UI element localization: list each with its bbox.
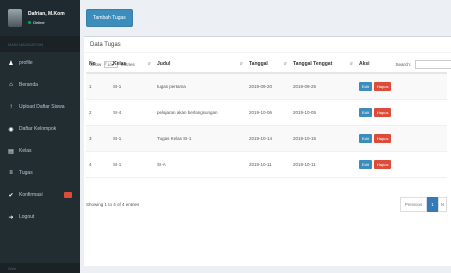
cell-tenggat: 2019-10-15: [290, 125, 356, 152]
cell-tanggal: 2019-09-20: [246, 73, 290, 100]
tasks-icon: ≡: [9, 170, 13, 176]
sidebar-item-label: Beranda: [19, 82, 38, 88]
box-title: Data Tugas: [84, 37, 451, 53]
cell-tanggal: 2019-10-11: [246, 151, 290, 178]
sidebar-item-kelompok[interactable]: ◉ Daftar Kelompok: [0, 118, 80, 140]
cell-no: 1: [86, 73, 110, 100]
sidebar-item-label: Konfirmasi: [19, 192, 43, 198]
table-info: Showing 1 to 4 of 4 entries: [86, 202, 140, 207]
cell-judul: pelajaran akan berlangsungan: [154, 99, 246, 126]
next-page-button[interactable]: N: [437, 197, 447, 212]
cell-aksi: Edit Hapus: [356, 125, 447, 152]
cell-kelas: SI-1: [110, 151, 154, 178]
user-status-label: Online: [33, 20, 45, 25]
edit-button[interactable]: Edit: [359, 159, 372, 169]
delete-button[interactable]: Hapus: [373, 159, 392, 169]
cell-aksi: Edit Hapus: [356, 73, 447, 100]
cell-no: 3: [86, 125, 110, 152]
add-task-button[interactable]: Tambah Tugas: [86, 9, 133, 27]
avatar: [8, 9, 22, 27]
cell-kelas: SI-1: [110, 73, 154, 100]
sidebar-item-label: Upload Daftar Siswa: [19, 104, 65, 110]
delete-button[interactable]: Hapus: [373, 81, 392, 91]
cell-tanggal: 2019-10-14: [246, 125, 290, 152]
sort-icon: ⇵: [349, 60, 353, 66]
cell-aksi: Edit Hapus: [356, 99, 447, 126]
sidebar-item-label: Daftar Kelompok: [19, 126, 57, 132]
check-icon: ✔: [8, 192, 14, 199]
user-info: Dafrian, M.Kom Online: [28, 11, 65, 25]
toolbar: Tambah Tugas: [80, 0, 451, 36]
sidebar: Dafrian, M.Kom Online MAIN NAVIGATION ♟ …: [0, 0, 80, 273]
column-header-judul[interactable]: Judul ⇵: [154, 55, 246, 74]
sort-icon: ⇵: [239, 60, 243, 66]
column-header-tenggat[interactable]: Tanggal Tenggat ⇵: [290, 55, 356, 74]
user-name: Dafrian, M.Kom: [28, 11, 65, 17]
column-header-kelas[interactable]: Kelas ⇵: [110, 55, 154, 74]
sidebar-item-kelas[interactable]: ▤ Kelas: [0, 140, 80, 162]
column-header-no[interactable]: No ⇵: [86, 55, 110, 74]
table-row: 1 SI-1 tugas pertama 2019-09-20 2019-09-…: [86, 73, 447, 100]
cell-aksi: Edit Hapus: [356, 151, 447, 178]
table-footer: Showing 1 to 4 of 4 entries Previous 1 N: [86, 197, 447, 213]
column-header-tanggal[interactable]: Tanggal ⇵: [246, 55, 290, 74]
sidebar-item-tugas[interactable]: ≡ Tugas: [0, 162, 80, 184]
users-icon: ◉: [8, 126, 14, 133]
user-status: Online: [28, 20, 65, 25]
upload-icon: ↑: [9, 104, 13, 110]
table-row: 2 SI-4 pelajaran akan berlangsungan 2019…: [86, 99, 447, 126]
sidebar-footer: Web: [0, 263, 80, 273]
cell-tenggat: 2019-09-25: [290, 73, 356, 100]
edit-button[interactable]: Edit: [359, 133, 372, 143]
pagination: Previous 1 N: [399, 197, 447, 212]
sidebar-item-label: Kelas: [19, 148, 32, 154]
edit-button[interactable]: Edit: [359, 107, 372, 117]
delete-button[interactable]: Hapus: [373, 133, 392, 143]
sidebar-item-label: Tugas: [19, 170, 33, 176]
edit-button[interactable]: Edit: [359, 81, 372, 91]
book-icon: ▤: [8, 148, 14, 155]
cell-tanggal: 2019-10-06: [246, 99, 290, 126]
sidebar-item-konfirmasi[interactable]: ✔ Konfirmasi: [0, 184, 80, 206]
user-icon: ♟: [8, 60, 14, 67]
delete-button[interactable]: Hapus: [373, 107, 392, 117]
sidebar-item-beranda[interactable]: ⌂ Beranda: [0, 74, 80, 96]
column-header-aksi[interactable]: Aksi: [356, 55, 447, 74]
user-panel: Dafrian, M.Kom Online: [0, 0, 80, 36]
cell-kelas: SI-4: [110, 99, 154, 126]
cell-tenggat: 2019-10-05: [290, 99, 356, 126]
table-header-row: No ⇵ Kelas ⇵ Judul ⇵ Tanggal ⇵ Tanggal Tengg…: [86, 55, 447, 74]
sidebar-item-label: profile: [19, 60, 33, 66]
cell-kelas: SI-1: [110, 125, 154, 152]
sort-icon: ⇵: [147, 60, 151, 66]
logout-icon: ➜: [8, 214, 14, 221]
page-1-button[interactable]: 1: [427, 197, 438, 212]
main-content: Tambah Tugas Data Tugas Show 10 ▾ entrie…: [80, 0, 451, 273]
home-icon: ⌂: [9, 82, 13, 88]
cell-judul: SI-A: [154, 151, 246, 178]
cell-judul: Tugas Kelas SI-1: [154, 125, 246, 152]
table-row: 3 SI-1 Tugas Kelas SI-1 2019-10-14 2019-…: [86, 125, 447, 152]
cell-tenggat: 2019-10-11: [290, 151, 356, 178]
table-row: 4 SI-1 SI-A 2019-10-11 2019-10-11 Edit Ha…: [86, 151, 447, 178]
cell-no: 4: [86, 151, 110, 178]
sidebar-item-profile[interactable]: ♟ profile: [0, 52, 80, 74]
online-dot-icon: [28, 21, 31, 24]
task-table: No ⇵ Kelas ⇵ Judul ⇵ Tanggal ⇵ Tanggal Tengg…: [86, 55, 447, 178]
cell-no: 2: [86, 99, 110, 126]
previous-page-button[interactable]: Previous: [399, 197, 428, 212]
sidebar-item-upload[interactable]: ↑ Upload Daftar Siswa: [0, 96, 80, 118]
nav-header: MAIN NAVIGATION: [0, 36, 80, 52]
sort-icon: ⇵: [103, 60, 107, 66]
sidebar-item-label: Logout: [19, 214, 35, 220]
sort-icon: ⇵: [283, 60, 287, 66]
notification-badge: [64, 192, 72, 198]
sidebar-item-logout[interactable]: ➜ Logout: [0, 206, 80, 228]
cell-judul: tugas pertama: [154, 73, 246, 100]
